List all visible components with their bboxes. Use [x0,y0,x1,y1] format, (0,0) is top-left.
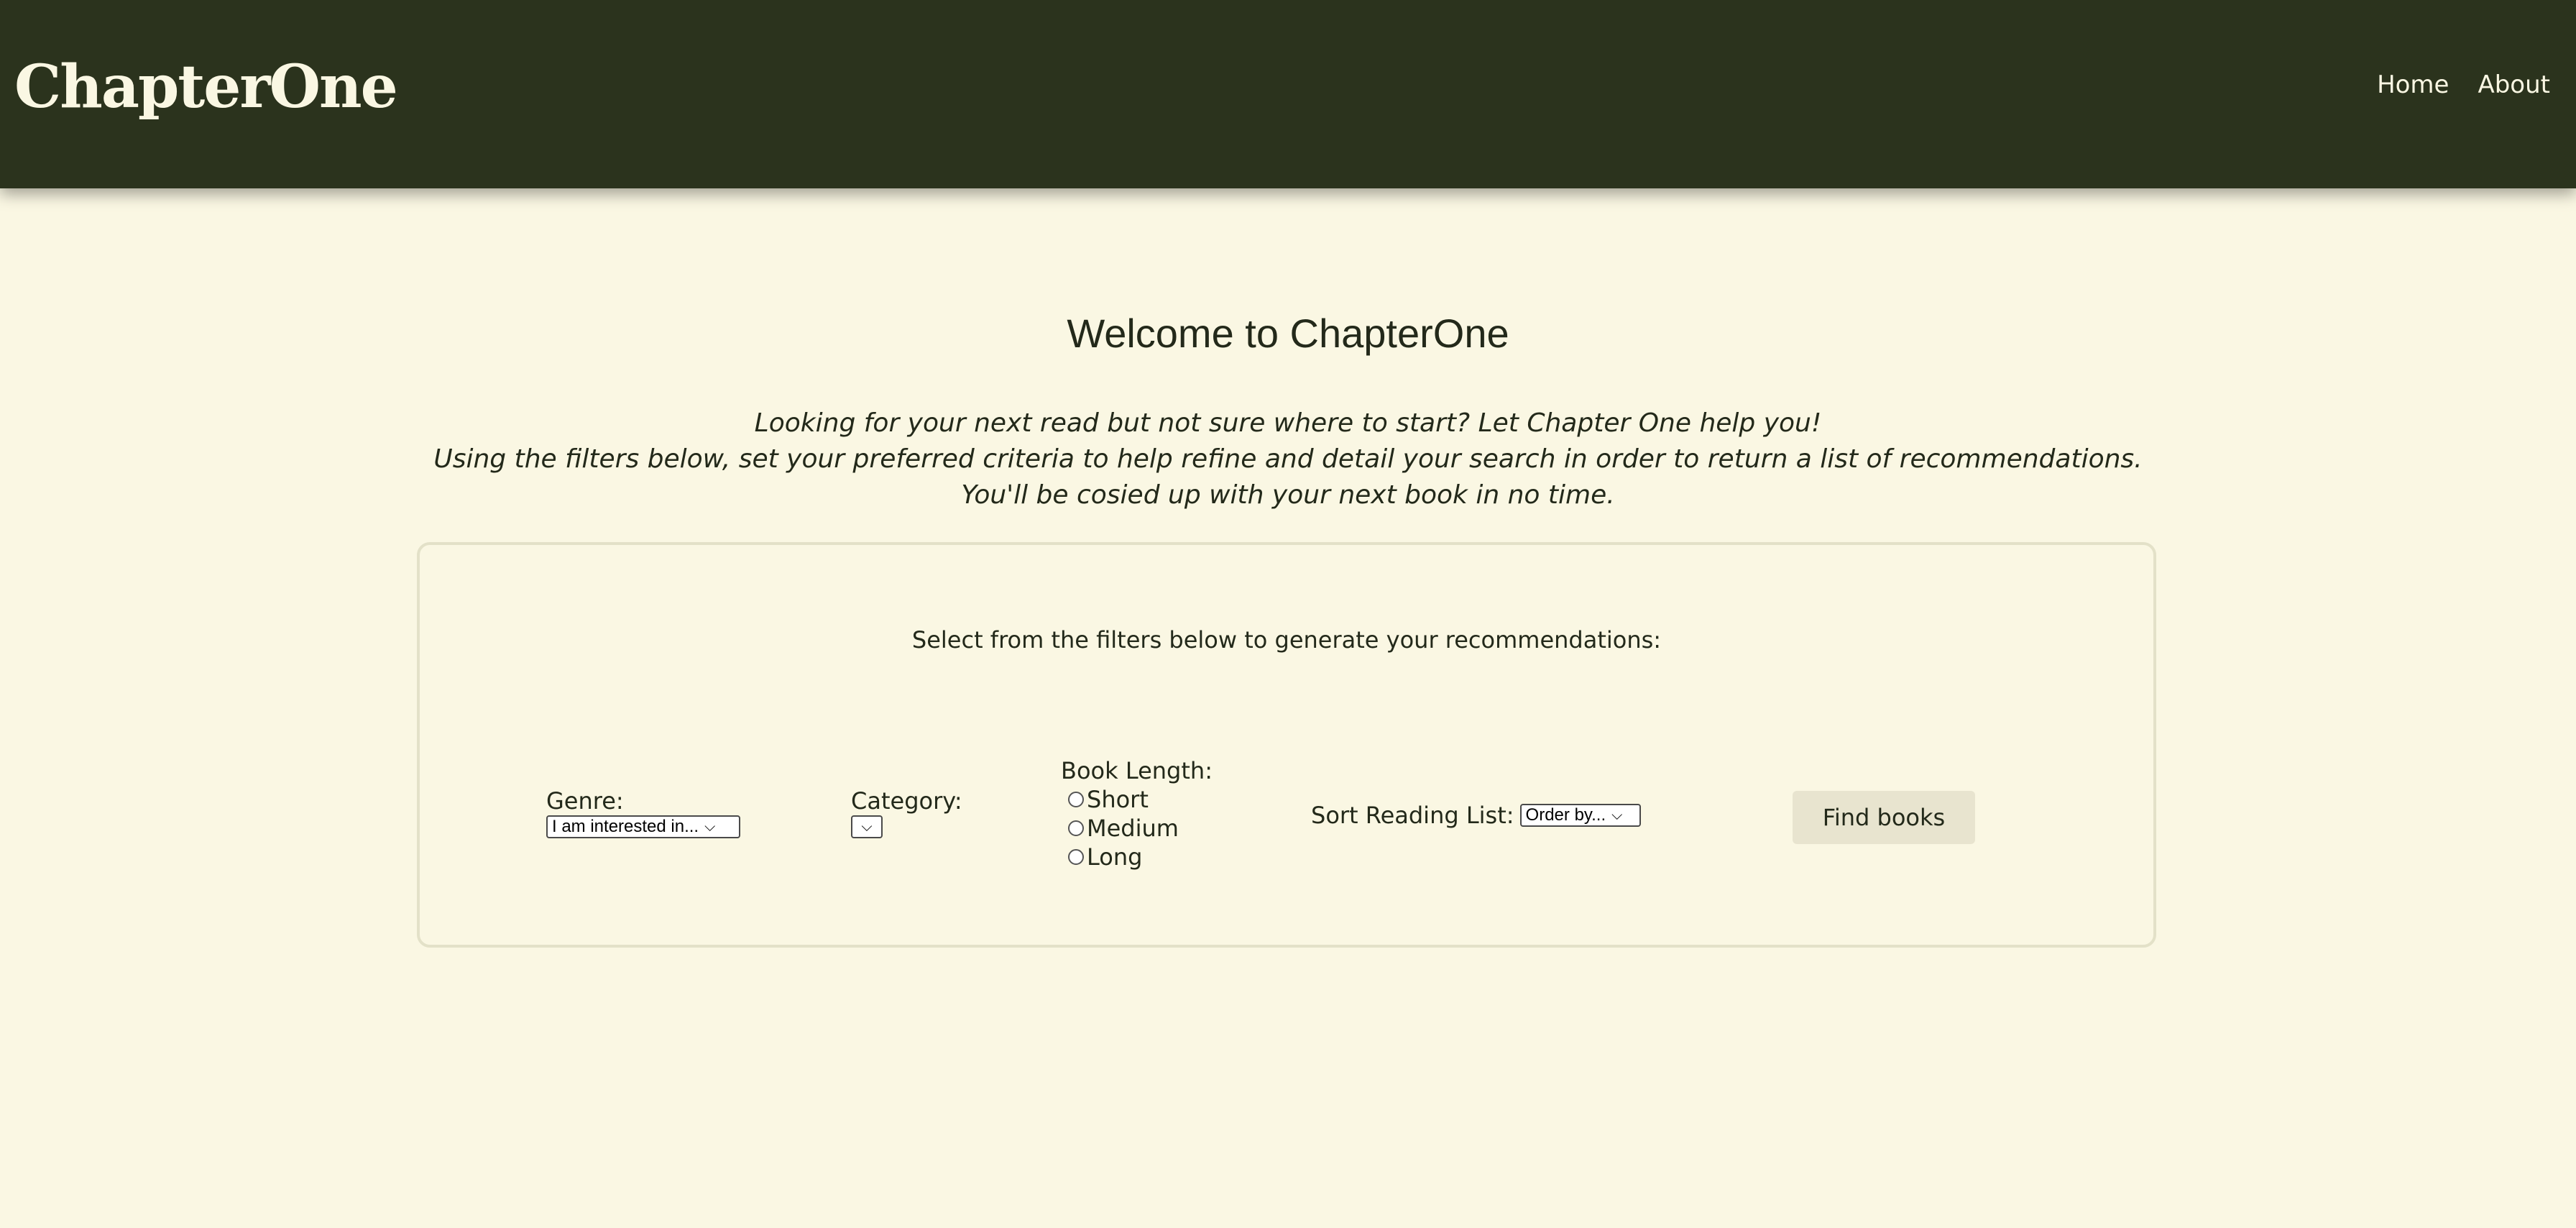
site-header: ChapterOne Home About [0,0,2576,188]
radio-label: Short [1087,786,1149,813]
intro-line: Using the filters below, set your prefer… [433,444,2143,474]
chevron-down-icon: ⌵ [1611,807,1623,823]
chevron-down-icon: ⌵ [861,819,873,835]
filter-panel: Select from the filters below to generat… [417,542,2156,948]
radio-option-long[interactable]: Long [1061,843,1213,871]
find-books-button[interactable]: Find books [1793,791,1975,844]
book-length-filter: Book Length: Short Medium Long [1061,756,1213,871]
category-select[interactable]: ⌵ [851,815,883,838]
site-logo[interactable]: ChapterOne [14,47,398,127]
genre-filter: Genre: I am interested in... ⌵ [546,787,740,838]
radio-option-short[interactable]: Short [1061,785,1213,814]
filter-heading: Select from the filters below to generat… [911,626,1662,654]
radio-unchecked-icon[interactable] [1068,820,1084,836]
radio-label: Long [1087,843,1143,871]
main-nav: Home About [2377,68,2550,102]
sort-select-value: Order by... [1525,805,1606,825]
sort-label: Sort Reading List: [1311,802,1514,829]
radio-option-medium[interactable]: Medium [1061,814,1213,843]
intro-line: You'll be cosied up with your next book … [961,480,1615,510]
radio-unchecked-icon[interactable] [1068,792,1084,807]
genre-label: Genre: [546,787,624,815]
genre-select[interactable]: I am interested in... ⌵ [546,815,740,838]
category-filter: Category: ⌵ [851,787,962,838]
radio-label: Medium [1087,815,1179,842]
sort-select[interactable]: Order by... ⌵ [1519,804,1641,827]
book-length-label: Book Length: [1061,757,1213,784]
nav-link-about[interactable]: About [2478,68,2550,102]
genre-select-value: I am interested in... [552,817,699,836]
chevron-down-icon: ⌵ [704,819,716,835]
nav-link-home[interactable]: Home [2377,68,2449,102]
sort-filter: Sort Reading List: Order by... ⌵ [1311,801,1641,830]
intro-line: Looking for your next read but not sure … [754,408,1822,438]
intro-text: Looking for your next read but not sure … [0,405,2576,513]
page-title: Welcome to ChapterOne [1067,311,1509,356]
radio-unchecked-icon[interactable] [1068,849,1084,865]
category-label: Category: [851,787,962,815]
